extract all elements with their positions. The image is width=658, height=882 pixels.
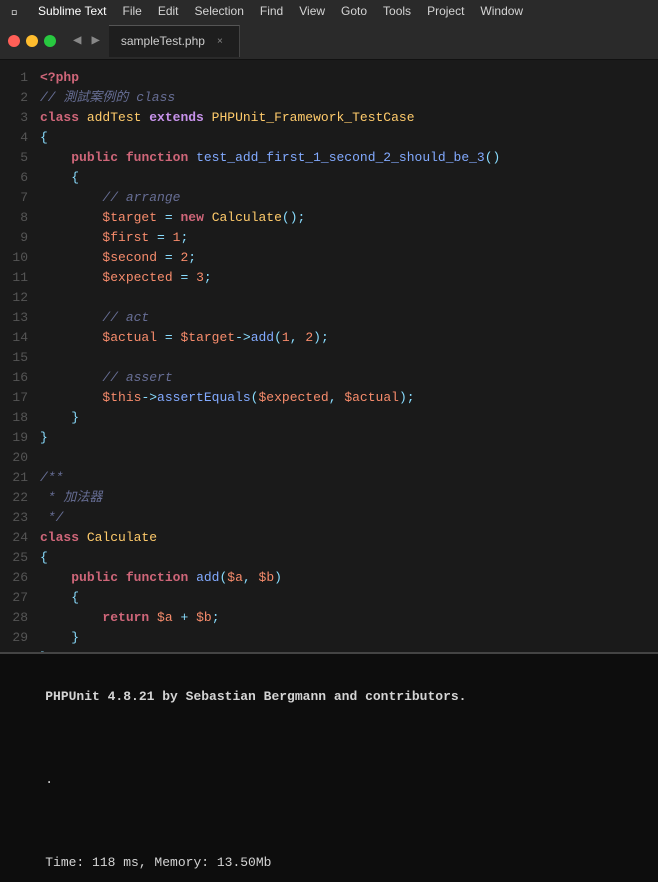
back-arrow[interactable]: ◀ <box>70 30 84 51</box>
line-number: 21 <box>8 468 28 488</box>
line-numbers: 1234567891011121314151617181920212223242… <box>0 60 36 652</box>
menu-edit[interactable]: Edit <box>158 4 179 18</box>
line-number: 10 <box>8 248 28 268</box>
code-line: } <box>40 428 650 448</box>
menu-file[interactable]: File <box>122 4 141 18</box>
traffic-lights <box>0 29 64 53</box>
test-dot: . <box>45 772 53 787</box>
code-line: } <box>40 408 650 428</box>
line-number: 14 <box>8 328 28 348</box>
menu-selection[interactable]: Selection <box>195 4 244 18</box>
line-number: 26 <box>8 568 28 588</box>
code-line: /** <box>40 468 650 488</box>
code-content[interactable]: <?php// 測試案例的 classclass addTest extends… <box>36 60 658 652</box>
line-number: 29 <box>8 628 28 648</box>
line-number: 24 <box>8 528 28 548</box>
line-number: 8 <box>8 208 28 228</box>
terminal-panel: PHPUnit 4.8.21 by Sebastian Bergmann and… <box>0 652 658 882</box>
line-number: 22 <box>8 488 28 508</box>
line-number: 23 <box>8 508 28 528</box>
line-number: 19 <box>8 428 28 448</box>
line-number: 27 <box>8 588 28 608</box>
terminal-output: PHPUnit 4.8.21 by Sebastian Bergmann and… <box>14 666 644 882</box>
maximize-button[interactable] <box>44 35 56 47</box>
close-button[interactable] <box>8 35 20 47</box>
menu-find[interactable]: Find <box>260 4 283 18</box>
tab-close-button[interactable]: × <box>213 34 227 48</box>
code-line: { <box>40 588 650 608</box>
line-number: 13 <box>8 308 28 328</box>
tab-filename: sampleTest.php <box>121 34 205 48</box>
menu-project[interactable]: Project <box>427 4 464 18</box>
line-number: 11 <box>8 268 28 288</box>
code-line: $this->assertEquals($expected, $actual); <box>40 388 650 408</box>
menu-sublime-text[interactable]: Sublime Text <box>38 4 106 18</box>
line-number: 28 <box>8 608 28 628</box>
line-number: 16 <box>8 368 28 388</box>
menubar:  Sublime Text File Edit Selection Find … <box>0 0 658 22</box>
minimize-button[interactable] <box>26 35 38 47</box>
apple-menu[interactable]:  <box>8 4 22 18</box>
time-memory: Time: 118 ms, Memory: 13.50Mb <box>45 855 271 870</box>
line-number: 1 <box>8 68 28 88</box>
forward-arrow[interactable]: ▶ <box>88 30 102 51</box>
line-number: 17 <box>8 388 28 408</box>
line-number: 5 <box>8 148 28 168</box>
code-line: // act <box>40 308 650 328</box>
code-line: $first = 1; <box>40 228 650 248</box>
code-line <box>40 348 650 368</box>
code-line: // 測試案例的 class <box>40 88 650 108</box>
code-line: class addTest extends PHPUnit_Framework_… <box>40 108 650 128</box>
line-number: 9 <box>8 228 28 248</box>
code-line: } <box>40 628 650 648</box>
menu-view[interactable]: View <box>299 4 325 18</box>
code-line: { <box>40 548 650 568</box>
line-number: 4 <box>8 128 28 148</box>
menu-tools[interactable]: Tools <box>383 4 411 18</box>
line-number: 18 <box>8 408 28 428</box>
code-line: * 加法器 <box>40 488 650 508</box>
code-line <box>40 288 650 308</box>
code-line: */ <box>40 508 650 528</box>
line-number: 2 <box>8 88 28 108</box>
code-line: return $a + $b; <box>40 608 650 628</box>
code-line: { <box>40 168 650 188</box>
code-line: $target = new Calculate(); <box>40 208 650 228</box>
line-number: 15 <box>8 348 28 368</box>
phpunit-header: PHPUnit 4.8.21 by Sebastian Bergmann and… <box>45 689 466 704</box>
line-number: 12 <box>8 288 28 308</box>
tab-nav: ◀ ▶ <box>64 30 109 51</box>
line-number: 25 <box>8 548 28 568</box>
code-line: public function add($a, $b) <box>40 568 650 588</box>
code-line: // assert <box>40 368 650 388</box>
line-number: 6 <box>8 168 28 188</box>
code-line <box>40 448 650 468</box>
code-line: // arrange <box>40 188 650 208</box>
code-line: $second = 2; <box>40 248 650 268</box>
menu-goto[interactable]: Goto <box>341 4 367 18</box>
code-line: class Calculate <box>40 528 650 548</box>
code-line: $actual = $target->add(1, 2); <box>40 328 650 348</box>
menu-window[interactable]: Window <box>480 4 523 18</box>
line-number: 20 <box>8 448 28 468</box>
line-number: 7 <box>8 188 28 208</box>
code-line: <?php <box>40 68 650 88</box>
file-tab[interactable]: sampleTest.php × <box>109 25 240 57</box>
code-line: $expected = 3; <box>40 268 650 288</box>
code-line: { <box>40 128 650 148</box>
code-editor: 1234567891011121314151617181920212223242… <box>0 60 658 652</box>
code-line: public function test_add_first_1_second_… <box>40 148 650 168</box>
line-number: 3 <box>8 108 28 128</box>
